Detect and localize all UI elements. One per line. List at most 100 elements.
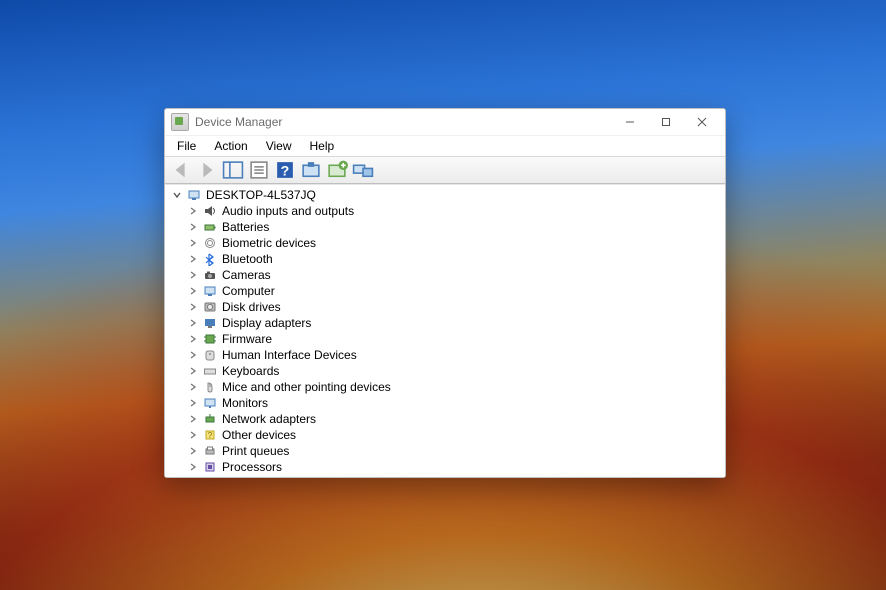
tree-category-label: Network adapters	[222, 412, 316, 426]
chip-icon	[202, 331, 218, 347]
maximize-button[interactable]	[649, 111, 683, 133]
chevron-right-icon[interactable]	[187, 221, 199, 233]
tree-category[interactable]: Computer	[169, 283, 725, 299]
tree-category[interactable]: Monitors	[169, 395, 725, 411]
tree-category[interactable]: Security devices	[169, 475, 725, 477]
chevron-right-icon[interactable]	[187, 365, 199, 377]
monitor-icon	[202, 395, 218, 411]
keyboard-icon	[202, 363, 218, 379]
battery-icon	[202, 219, 218, 235]
tree-category[interactable]: Network adapters	[169, 411, 725, 427]
mouse-icon	[202, 379, 218, 395]
tree-category[interactable]: Cameras	[169, 267, 725, 283]
svg-text:?: ?	[208, 431, 213, 440]
tree-category-label: Computer	[222, 284, 275, 298]
menu-help[interactable]: Help	[302, 137, 343, 155]
scan-hardware-button[interactable]	[299, 158, 323, 182]
titlebar[interactable]: Device Manager	[165, 109, 725, 135]
tree-category-label: Display adapters	[222, 316, 311, 330]
tree-category[interactable]: Disk drives	[169, 299, 725, 315]
chevron-right-icon[interactable]	[187, 269, 199, 281]
add-legacy-hardware-button[interactable]	[325, 158, 349, 182]
tree-category-label: Print queues	[222, 444, 289, 458]
fingerprint-icon	[202, 235, 218, 251]
forward-button[interactable]	[195, 158, 219, 182]
device-manager-window: Device Manager File Action View Help ?	[164, 108, 726, 478]
chevron-right-icon[interactable]	[187, 413, 199, 425]
chevron-down-icon[interactable]	[171, 189, 183, 201]
device-tree[interactable]: DESKTOP-4L537JQ Audio inputs and outputs…	[165, 184, 725, 477]
show-hide-tree-button[interactable]	[221, 158, 245, 182]
tree-category-label: Cameras	[222, 268, 271, 282]
tree-category[interactable]: Processors	[169, 459, 725, 475]
tree-category-label: Batteries	[222, 220, 269, 234]
tree-category-label: Other devices	[222, 428, 296, 442]
menu-view[interactable]: View	[258, 137, 300, 155]
printer-icon	[202, 443, 218, 459]
tree-category[interactable]: ? Other devices	[169, 427, 725, 443]
tree-category-label: Monitors	[222, 396, 268, 410]
chevron-right-icon[interactable]	[187, 429, 199, 441]
tree-category[interactable]: Display adapters	[169, 315, 725, 331]
tree-category-label: Mice and other pointing devices	[222, 380, 391, 394]
tree-category-label: Keyboards	[222, 364, 279, 378]
chevron-right-icon[interactable]	[187, 333, 199, 345]
menu-file[interactable]: File	[169, 137, 204, 155]
disk-icon	[202, 299, 218, 315]
tree-category[interactable]: Biometric devices	[169, 235, 725, 251]
menubar: File Action View Help	[165, 135, 725, 156]
other-icon: ?	[202, 427, 218, 443]
svg-text:?: ?	[281, 163, 290, 179]
chevron-right-icon[interactable]	[187, 461, 199, 473]
tree-category-label: Biometric devices	[222, 236, 316, 250]
tree-category[interactable]: Human Interface Devices	[169, 347, 725, 363]
chevron-right-icon[interactable]	[187, 285, 199, 297]
display-icon	[202, 315, 218, 331]
tree-category[interactable]: Firmware	[169, 331, 725, 347]
chevron-right-icon[interactable]	[187, 349, 199, 361]
devices-by-connection-button[interactable]	[351, 158, 375, 182]
computer-icon	[186, 187, 202, 203]
tree-category[interactable]: Bluetooth	[169, 251, 725, 267]
desktop-background: { "window": { "title": "Device Manager" …	[0, 0, 886, 590]
tree-category[interactable]: Keyboards	[169, 363, 725, 379]
tree-category[interactable]: Batteries	[169, 219, 725, 235]
app-icon	[171, 113, 189, 131]
tree-category[interactable]: Mice and other pointing devices	[169, 379, 725, 395]
speaker-icon	[202, 203, 218, 219]
tree-category-label: Disk drives	[222, 300, 281, 314]
chevron-right-icon[interactable]	[187, 381, 199, 393]
tree-category-label: Bluetooth	[222, 252, 273, 266]
properties-button[interactable]	[247, 158, 271, 182]
chevron-right-icon[interactable]	[187, 445, 199, 457]
tree-category-label: Human Interface Devices	[222, 348, 357, 362]
help-button[interactable]: ?	[273, 158, 297, 182]
security-icon	[202, 475, 218, 477]
tree-category-label: Security devices	[222, 476, 309, 477]
hid-icon	[202, 347, 218, 363]
back-button[interactable]	[169, 158, 193, 182]
close-button[interactable]	[685, 111, 719, 133]
chevron-right-icon[interactable]	[187, 253, 199, 265]
minimize-button[interactable]	[613, 111, 647, 133]
tree-category[interactable]: Print queues	[169, 443, 725, 459]
cpu-icon	[202, 459, 218, 475]
tree-category-label: Processors	[222, 460, 282, 474]
tree-category-label: Audio inputs and outputs	[222, 204, 354, 218]
chevron-right-icon[interactable]	[187, 205, 199, 217]
window-title: Device Manager	[195, 115, 282, 129]
chevron-right-icon[interactable]	[187, 317, 199, 329]
window-controls	[613, 111, 719, 133]
toolbar: ?	[165, 156, 725, 184]
chevron-right-icon[interactable]	[187, 237, 199, 249]
chevron-right-icon[interactable]	[187, 301, 199, 313]
tree-category[interactable]: Audio inputs and outputs	[169, 203, 725, 219]
camera-icon	[202, 267, 218, 283]
bluetooth-icon	[202, 251, 218, 267]
chevron-right-icon[interactable]	[187, 397, 199, 409]
tree-category-label: Firmware	[222, 332, 272, 346]
menu-action[interactable]: Action	[206, 137, 255, 155]
computer-icon	[202, 283, 218, 299]
tree-root[interactable]: DESKTOP-4L537JQ	[169, 187, 725, 203]
network-icon	[202, 411, 218, 427]
